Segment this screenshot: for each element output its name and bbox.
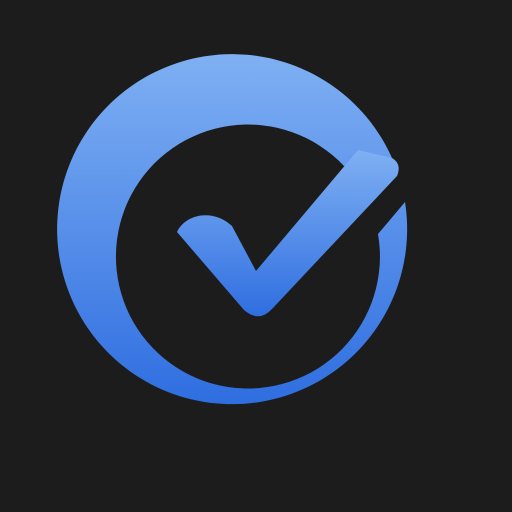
app-icon-graphic xyxy=(0,0,512,512)
app-icon xyxy=(0,0,512,512)
